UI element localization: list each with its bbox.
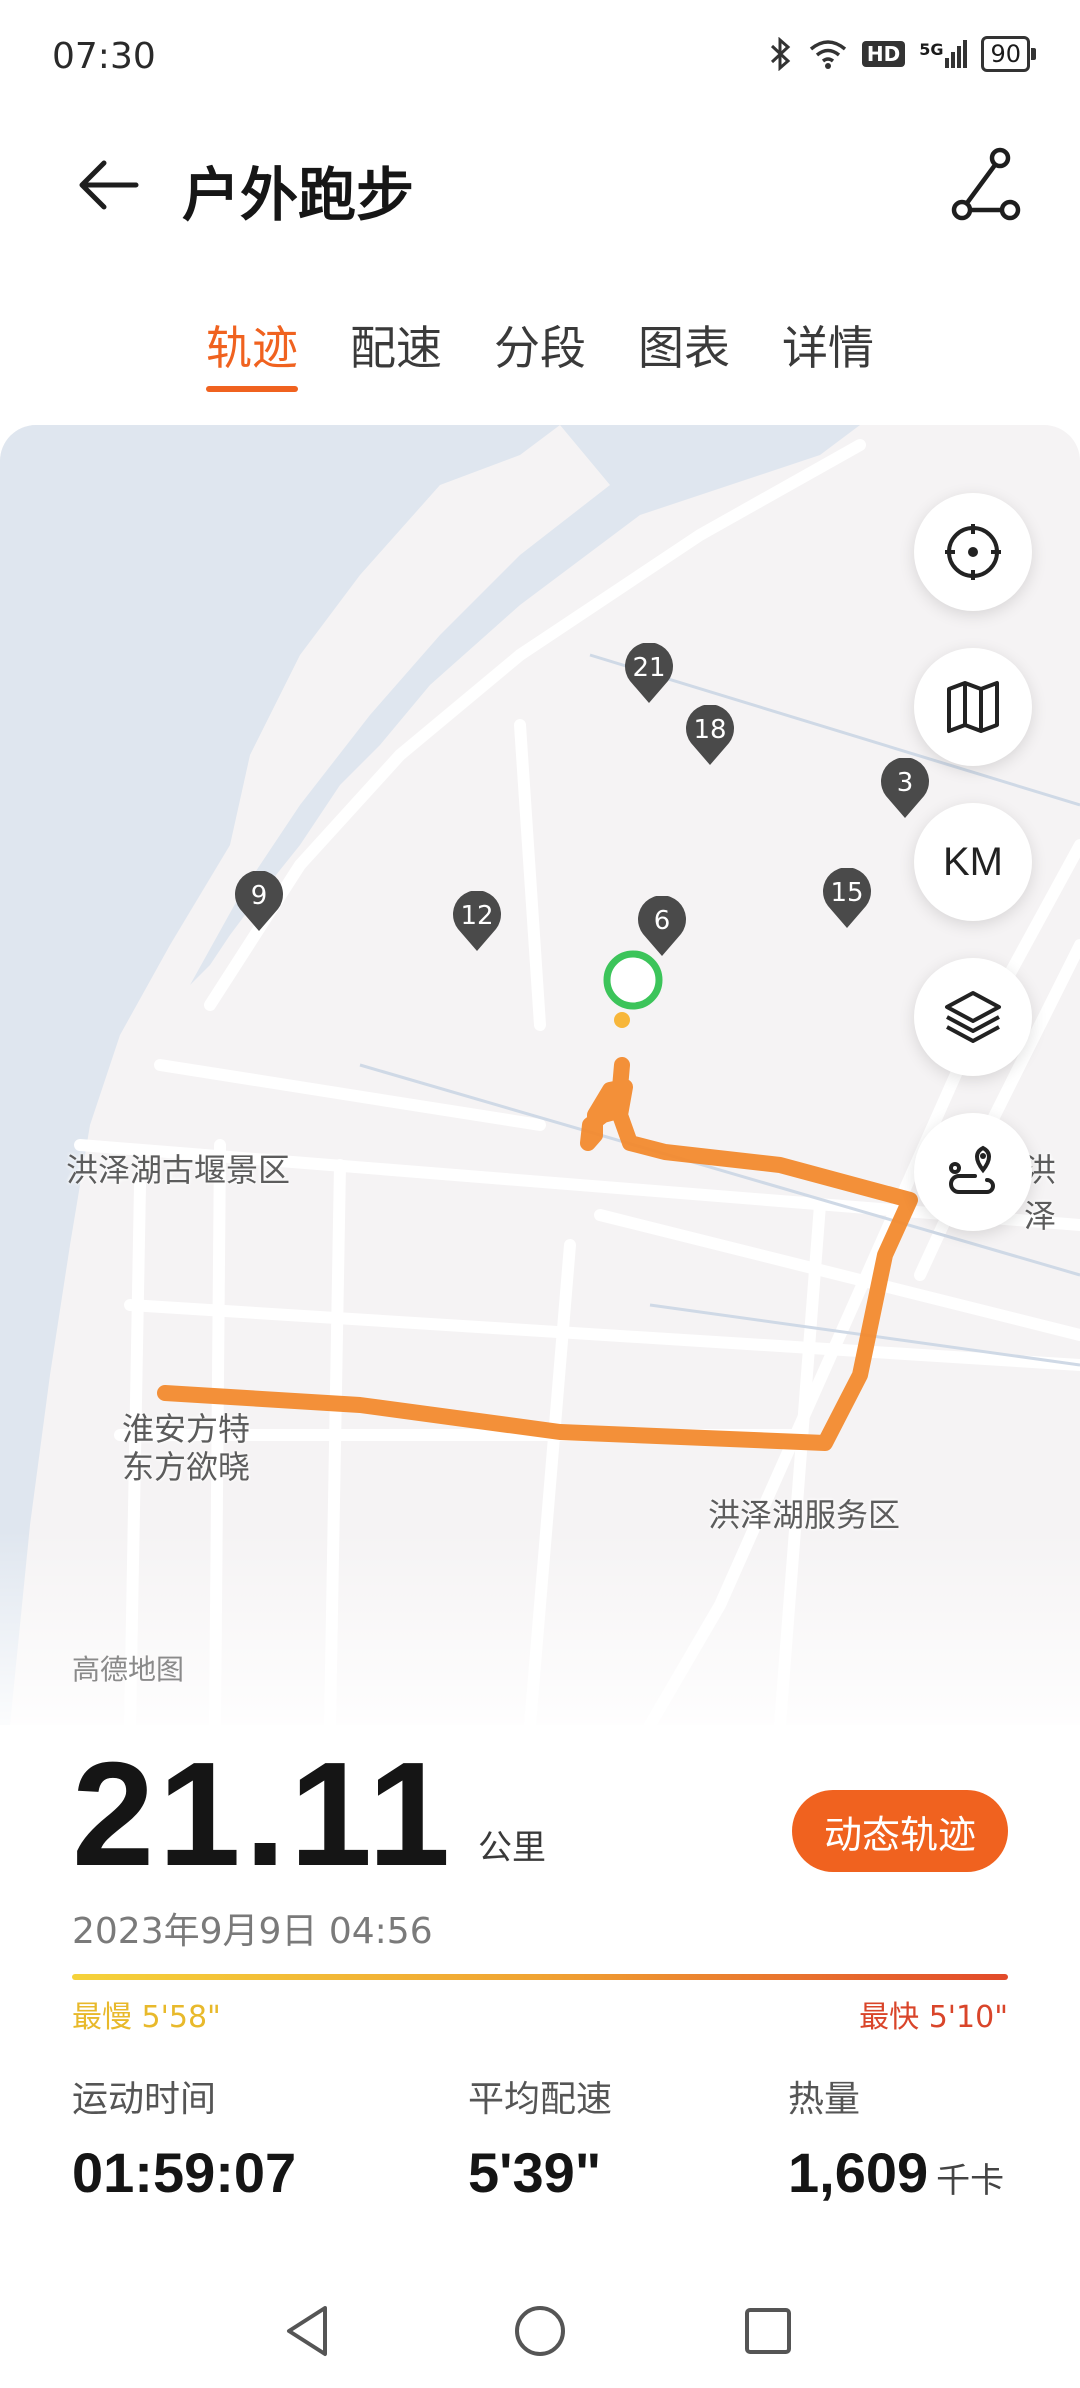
start-marker — [603, 950, 663, 1010]
status-time: 07:30 — [52, 36, 156, 77]
tab-bar: 轨迹 配速 分段 图表 详情 — [0, 300, 1080, 400]
metric-avg-pace: 平均配速 5'39" — [468, 2070, 612, 2205]
tab-charts[interactable]: 图表 — [638, 312, 730, 378]
km-toggle-button[interactable]: KM — [914, 803, 1032, 921]
page-title: 户外跑步 — [182, 161, 415, 229]
system-nav-bar — [0, 2280, 1080, 2388]
share-route-icon[interactable] — [940, 140, 1030, 230]
distance-value: 21.11 — [72, 1732, 455, 1897]
layers-button[interactable] — [914, 958, 1032, 1076]
metric-value: 1,609 — [788, 2141, 929, 2204]
metric-label: 运动时间 — [72, 2079, 217, 2120]
route-pin-icon — [949, 1145, 995, 1194]
metric-value: 5'39" — [468, 2141, 602, 2204]
hd-badge: HD — [861, 41, 906, 67]
tab-splits[interactable]: 分段 — [494, 312, 586, 378]
layers-icon — [945, 991, 1001, 1043]
map-label-scenic-area: 洪泽湖古堰景区 — [66, 1151, 291, 1189]
km-marker: 9 — [234, 871, 284, 933]
nav-back-icon[interactable] — [273, 2296, 343, 2366]
metric-unit: 千卡 — [936, 2162, 1005, 2200]
locate-button[interactable] — [914, 493, 1032, 611]
km-marker: 12 — [452, 891, 502, 953]
metric-value: 01:59:07 — [72, 2141, 297, 2204]
run-datetime: 2023年9月9日 04:56 — [72, 1911, 433, 1952]
status-bar: 07:30 HD 5G 90 — [0, 0, 1080, 120]
km-toggle-label: KM — [943, 839, 1003, 884]
km-marker: 6 — [637, 896, 687, 958]
status-icons: HD 5G 90 — [768, 36, 1036, 72]
distance-unit: 公里 — [478, 1828, 546, 1868]
km-marker: 3 — [880, 758, 930, 820]
map-icon — [947, 681, 999, 733]
nav-home-icon[interactable] — [505, 2296, 575, 2366]
battery-indicator: 90 — [981, 36, 1036, 72]
fastest-pace: 最快 5'10" — [859, 2000, 1008, 2035]
metric-label: 热量 — [788, 2079, 861, 2120]
km-marker: 21 — [624, 643, 674, 705]
tab-track[interactable]: 轨迹 — [206, 312, 298, 378]
metric-calories: 热量 1,609 千卡 — [788, 2070, 1004, 2205]
map-label-hotel: 淮安方特 东方欲晓 — [122, 1410, 251, 1486]
km-marker: 15 — [822, 868, 872, 930]
run-summary: 高德地图 21.11 公里 动态轨迹 2023年9月9日 04:56 最慢 5'… — [0, 1640, 1080, 2240]
network-type: 5G — [919, 40, 944, 59]
slowest-pace: 最慢 5'58" — [72, 2000, 221, 2035]
tab-pace[interactable]: 配速 — [350, 312, 442, 378]
map-label-right-edge: 洪泽 — [1024, 1151, 1057, 1235]
route-playback-button[interactable] — [914, 1113, 1032, 1231]
locate-icon — [945, 524, 1001, 580]
map-style-button[interactable] — [914, 648, 1032, 766]
wifi-icon — [809, 40, 846, 69]
signal-icon: 5G — [919, 40, 968, 68]
active-tab-indicator — [206, 386, 298, 392]
pace-gradient-bar — [72, 1974, 1008, 1980]
map-provider-label: 高德地图 — [72, 1653, 185, 1686]
metric-duration: 运动时间 01:59:07 — [72, 2070, 296, 2205]
bluetooth-icon — [770, 37, 791, 71]
km-marker: 18 — [685, 705, 735, 767]
back-arrow-icon[interactable] — [70, 145, 150, 225]
metric-label: 平均配速 — [468, 2079, 613, 2120]
app-header: 户外跑步 — [0, 120, 1080, 250]
nav-recents-icon[interactable] — [733, 2296, 803, 2366]
dynamic-track-button[interactable]: 动态轨迹 — [792, 1790, 1008, 1872]
tab-details[interactable]: 详情 — [782, 312, 874, 378]
